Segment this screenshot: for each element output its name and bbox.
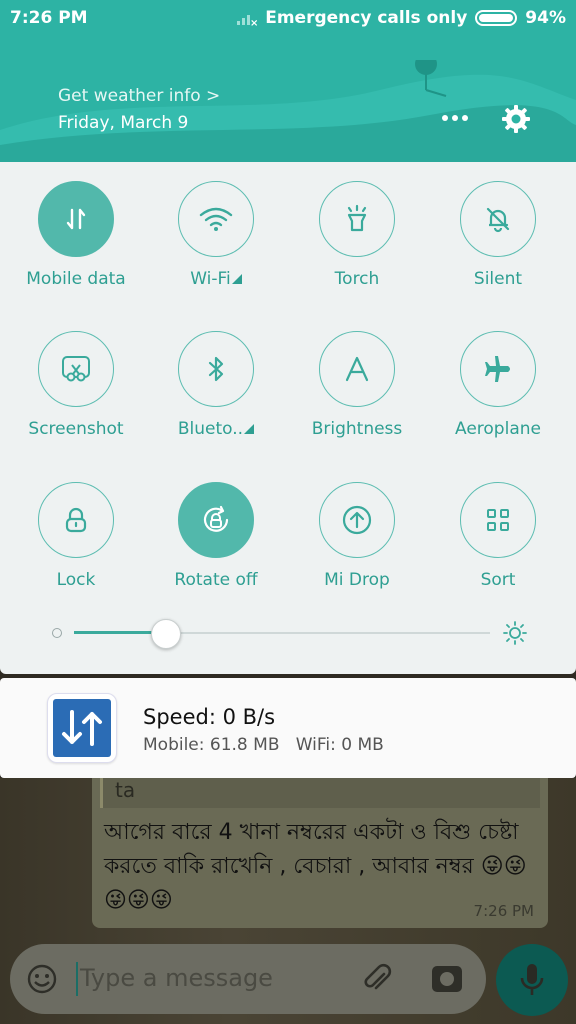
expand-indicator-icon	[231, 274, 242, 284]
tile-screenshot[interactable]: Screenshot	[6, 331, 146, 439]
tile-silent[interactable]: Silent	[428, 181, 568, 289]
tile-label: Mi Drop	[324, 570, 390, 590]
notification-detail: Mobile: 61.8 MB WiFi: 0 MB	[143, 735, 384, 755]
tile-label: Blueto..	[177, 419, 244, 439]
battery-percent: 94%	[525, 8, 566, 28]
tile-label: Sort	[480, 570, 516, 590]
battery-icon	[475, 10, 518, 26]
up-down-arrows-icon	[62, 710, 102, 746]
tile-mi-drop[interactable]: Mi Drop	[287, 482, 427, 590]
emoji-icon[interactable]	[26, 963, 58, 995]
bluetooth-icon	[178, 331, 254, 407]
torch-icon	[319, 181, 395, 257]
quick-settings-panel: Mobile data Wi-Fi Torch Silent Screensho…	[0, 162, 576, 674]
quoted-message: ta	[100, 778, 540, 808]
text-cursor	[76, 962, 78, 996]
tile-label: Screenshot	[28, 419, 124, 439]
tile-label: Brightness	[311, 419, 403, 439]
tile-label: Wi-Fi	[190, 269, 231, 289]
tile-sort[interactable]: Sort	[428, 482, 568, 590]
more-icon[interactable]	[440, 108, 470, 128]
tile-wifi[interactable]: Wi-Fi	[146, 181, 286, 289]
mic-icon	[520, 964, 544, 995]
mic-button[interactable]	[496, 944, 568, 1016]
mobile-data-icon	[38, 181, 114, 257]
wifi-icon	[178, 181, 254, 257]
rotate-lock-icon	[178, 482, 254, 558]
weather-link[interactable]: Get weather info >	[58, 86, 220, 106]
tile-label: Rotate off	[174, 570, 258, 590]
brightness-slider[interactable]	[50, 618, 530, 649]
tile-label: Torch	[334, 269, 380, 289]
tile-label: Aeroplane	[455, 419, 541, 439]
message-time: 7:26 PM	[473, 902, 534, 920]
scissors-icon	[38, 331, 114, 407]
no-signal-icon: ×	[237, 15, 257, 26]
grid-icon	[460, 482, 536, 558]
brightness-low-icon	[52, 628, 62, 638]
airplane-icon	[460, 331, 536, 407]
tile-label: Silent	[473, 269, 523, 289]
app-icon	[47, 693, 117, 763]
notification-header: 7:26 PM × Emergency calls only 94% Get w…	[0, 0, 576, 162]
notification-title: Speed: 0 B/s	[143, 705, 276, 729]
message-input[interactable]: Type a message	[10, 944, 486, 1014]
speed-notification[interactable]: Speed: 0 B/s Mobile: 61.8 MB WiFi: 0 MB	[0, 678, 576, 778]
clock: 7:26 PM	[10, 8, 88, 28]
tile-torch[interactable]: Torch	[287, 181, 427, 289]
message-placeholder: Type a message	[80, 964, 273, 992]
landscape-decoration	[0, 60, 576, 162]
upload-icon	[319, 482, 395, 558]
camera-icon[interactable]	[430, 962, 464, 996]
lock-icon	[38, 482, 114, 558]
carrier-status: Emergency calls only	[265, 8, 468, 28]
expand-indicator-icon	[244, 424, 255, 434]
tile-label: Mobile data	[26, 269, 126, 289]
tile-rotate[interactable]: Rotate off	[146, 482, 286, 590]
svg-text:×: ×	[250, 18, 257, 26]
tile-lock[interactable]: Lock	[6, 482, 146, 590]
settings-gear-icon[interactable]	[500, 103, 532, 135]
tile-mobile-data[interactable]: Mobile data	[6, 181, 146, 289]
brightness-a-icon	[319, 331, 395, 407]
date-label: Friday, March 9	[58, 113, 189, 133]
message-bubble[interactable]: ta আগের বারে 4 খানা নম্বরের একটা ও বিশু …	[92, 778, 548, 928]
status-bar: 7:26 PM × Emergency calls only 94%	[0, 8, 576, 34]
tile-label: Lock	[56, 570, 96, 590]
tile-bluetooth[interactable]: Blueto..	[146, 331, 286, 439]
attach-icon[interactable]	[360, 962, 394, 996]
silent-bell-icon	[460, 181, 536, 257]
tile-brightness[interactable]: Brightness	[287, 331, 427, 439]
tile-aeroplane[interactable]: Aeroplane	[428, 331, 568, 439]
brightness-high-icon	[503, 621, 527, 645]
slider-thumb[interactable]	[151, 619, 181, 649]
